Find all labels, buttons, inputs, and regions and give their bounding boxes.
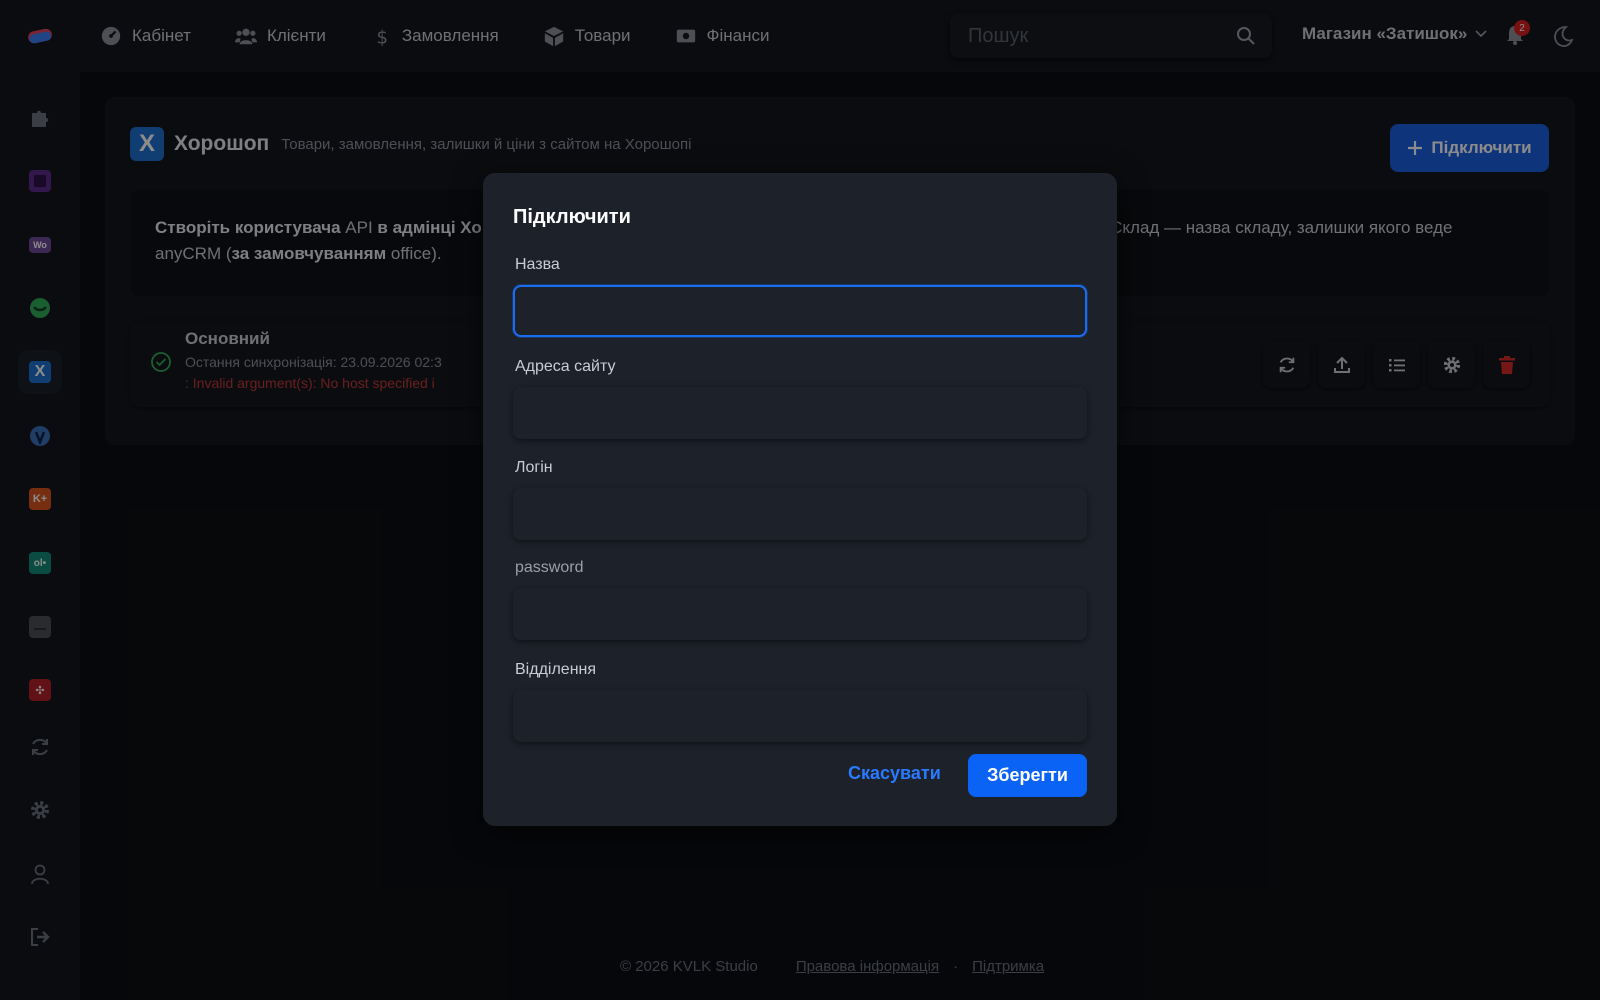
login-field[interactable] — [513, 488, 1087, 540]
site-address-field[interactable] — [513, 387, 1087, 439]
save-button[interactable]: Зберегти — [968, 754, 1087, 797]
branch-field[interactable] — [513, 690, 1087, 742]
cancel-button[interactable]: Скасувати — [848, 763, 941, 784]
branch-field-label: Відділення — [515, 661, 597, 678]
login-field-label: Логін — [515, 459, 553, 476]
password-field-label: password — [515, 559, 584, 576]
dialog-title: Підключити — [513, 206, 631, 228]
connect-dialog: Підключити Назва Адреса сайту Логін pass… — [483, 173, 1117, 826]
name-field-label: Назва — [515, 256, 560, 273]
name-field[interactable] — [513, 285, 1087, 337]
site-address-field-label: Адреса сайту — [515, 358, 616, 375]
password-field[interactable] — [513, 588, 1087, 640]
